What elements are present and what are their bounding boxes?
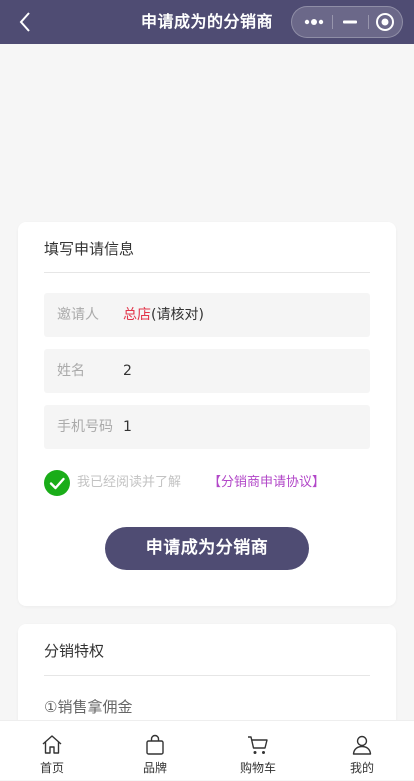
nav-bar: 申请成为的分销商 xyxy=(0,0,414,44)
tab-home[interactable]: 首页 xyxy=(12,721,92,781)
inviter-value: 总店(请核对) xyxy=(123,293,204,337)
mini-program-capsule xyxy=(291,6,403,38)
privilege-item: ①销售拿佣金 xyxy=(44,698,133,716)
minimize-icon[interactable] xyxy=(331,7,368,37)
name-field[interactable]: 姓名 2 xyxy=(44,349,370,393)
form-title: 填写申请信息 xyxy=(44,240,135,258)
bag-icon xyxy=(146,734,164,755)
close-target-icon[interactable] xyxy=(367,7,404,37)
inviter-note: (请核对) xyxy=(151,307,204,323)
tab-mine[interactable]: 我的 xyxy=(322,721,402,781)
apply-form-card: 填写申请信息 邀请人 总店(请核对) 姓名 2 手机号码 1 我已经阅读并了解 … xyxy=(18,222,396,606)
tab-cart[interactable]: 购物车 xyxy=(218,721,298,781)
inviter-field: 邀请人 总店(请核对) xyxy=(44,293,370,337)
checkbox-checked-icon[interactable] xyxy=(44,470,70,496)
more-dots-icon[interactable] xyxy=(295,7,332,37)
field-label: 手机号码 xyxy=(57,419,113,435)
privileges-title: 分销特权 xyxy=(44,642,105,660)
phone-input[interactable]: 1 xyxy=(123,405,132,449)
tab-bar: 首页 品牌 购物车 我的 xyxy=(0,720,414,780)
divider xyxy=(44,272,370,273)
home-icon xyxy=(42,735,62,754)
tab-label: 购物车 xyxy=(239,761,276,775)
divider xyxy=(44,675,370,676)
cart-icon xyxy=(248,736,268,754)
tab-label: 我的 xyxy=(349,761,374,775)
field-label: 邀请人 xyxy=(57,307,99,323)
agreement-text: 我已经阅读并了解 xyxy=(77,475,182,490)
phone-field[interactable]: 手机号码 1 xyxy=(44,405,370,449)
user-icon xyxy=(352,735,372,755)
tab-label: 首页 xyxy=(39,761,64,775)
tab-label: 品牌 xyxy=(142,761,167,775)
agreement-link[interactable]: 【分销商申请协议】 xyxy=(208,470,325,496)
apply-button[interactable]: 申请成为分销商 xyxy=(105,527,309,570)
tab-brand[interactable]: 品牌 xyxy=(115,721,195,781)
name-input[interactable]: 2 xyxy=(123,349,132,393)
field-label: 姓名 xyxy=(57,363,85,379)
inviter-name: 总店 xyxy=(123,307,151,323)
